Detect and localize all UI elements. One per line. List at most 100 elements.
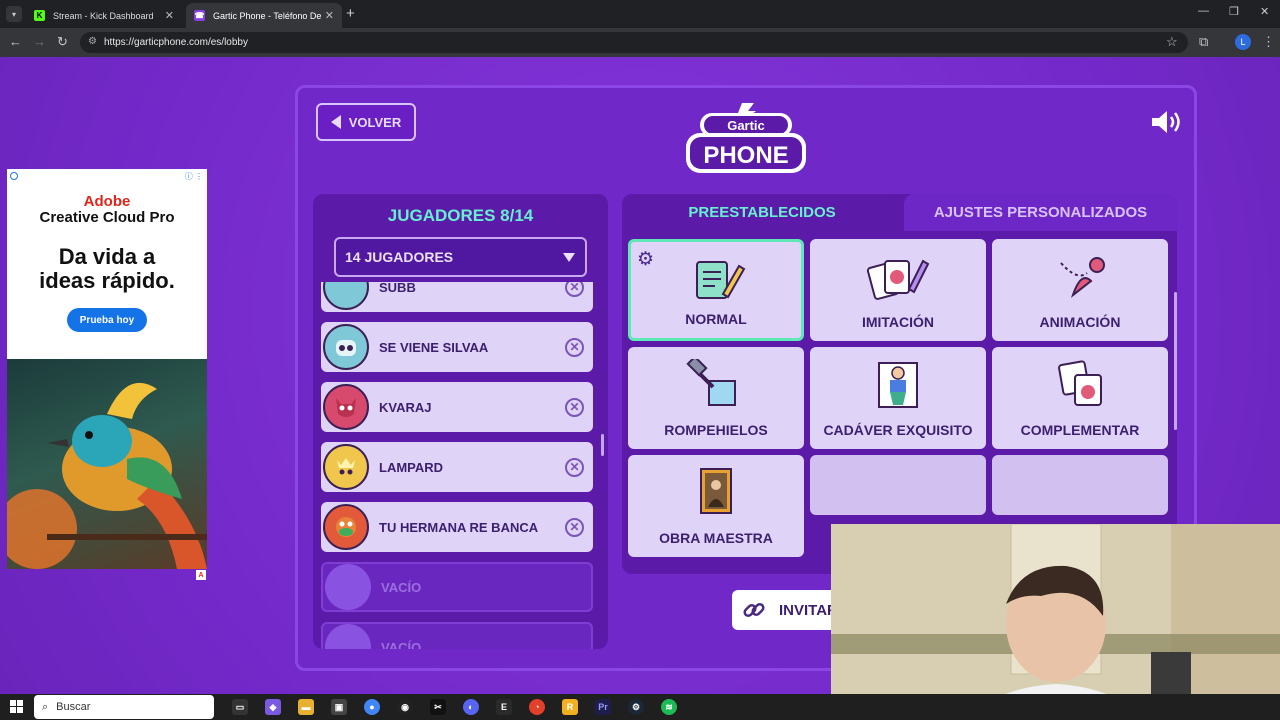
empty-avatar xyxy=(325,564,371,610)
back-button[interactable]: VOLVER xyxy=(316,103,416,141)
speaker-icon[interactable] xyxy=(1150,109,1184,135)
empty-avatar xyxy=(325,624,371,649)
chrome-icon[interactable]: ● xyxy=(364,699,380,715)
task-view-icon[interactable]: ▭ xyxy=(232,699,248,715)
mode-card-partial[interactable] xyxy=(810,455,986,515)
mode-label: ANIMACIÓN xyxy=(1039,314,1121,330)
tab-title: Stream - Kick Dashboard xyxy=(53,10,154,21)
link-icon xyxy=(743,602,765,618)
dropdown-value: 14 JUGADORES xyxy=(345,249,454,265)
mode-label: COMPLEMENTAR xyxy=(1020,422,1140,438)
ad-choices-icon[interactable] xyxy=(10,172,18,180)
invite-label: INVITAR xyxy=(779,601,838,619)
ad-cta-button[interactable]: Prueba hoy xyxy=(67,308,147,332)
players-scrollbar[interactable] xyxy=(601,434,604,456)
taskbar-search[interactable]: ⌕ Buscar xyxy=(34,695,214,719)
capcut-icon[interactable]: ✂ xyxy=(430,699,446,715)
mode-label: ROMPEHIELOS xyxy=(664,422,768,438)
browser-toolbar: ← → ↻ ⚙ https://garticphone.com/es/lobby… xyxy=(0,28,1280,57)
kick-player-icon[interactable]: ✕ xyxy=(565,282,584,297)
crown-avatar xyxy=(323,444,369,490)
steam-icon[interactable]: ⚙ xyxy=(628,699,644,715)
minimize-icon[interactable]: — xyxy=(1198,5,1209,17)
file-explorer-icon[interactable]: ▬ xyxy=(298,699,314,715)
page-background: ⓘ ⋮ Adobe Creative Cloud Pro Da vida a i… xyxy=(0,57,1280,720)
site-info-icon[interactable]: ⚙ xyxy=(88,36,97,47)
gartic-icon: ☎ xyxy=(194,10,205,21)
reload-icon[interactable]: ↻ xyxy=(57,34,68,50)
mode-card-partial[interactable] xyxy=(992,455,1168,515)
back-triangle-icon xyxy=(330,115,341,129)
gear-icon[interactable]: ⚙ xyxy=(637,248,654,271)
mode-exquisite-corpse[interactable]: CADÁVER EXQUISITO xyxy=(810,347,986,449)
ad-info-icon[interactable]: ⓘ ⋮ xyxy=(185,171,203,182)
ad-banner[interactable]: ⓘ ⋮ Adobe Creative Cloud Pro Da vida a i… xyxy=(7,169,207,569)
robot-avatar xyxy=(323,324,369,370)
back-arrow-icon[interactable]: ← xyxy=(9,34,22,49)
kick-player-icon[interactable]: ✕ xyxy=(565,517,584,537)
mode-animation[interactable]: ANIMACIÓN xyxy=(992,239,1168,341)
windows-taskbar: ⌕ Buscar ▭ ◆ ▬ ▣ ● ◉ ✂ ◐ E ◔ R Pr ⚙ ≋ xyxy=(0,694,1280,720)
premiere-icon[interactable]: Pr xyxy=(595,699,611,715)
mode-icebreaker[interactable]: ROMPEHIELOS xyxy=(628,347,804,449)
obs-icon[interactable]: ◉ xyxy=(397,699,413,715)
forward-arrow-icon[interactable]: → xyxy=(33,34,46,49)
empty-slot-row: VACÍO xyxy=(321,562,593,612)
tab-custom-settings[interactable]: AJUSTES PERSONALIZADOS xyxy=(904,194,1177,231)
kick-player-icon[interactable]: ✕ xyxy=(565,337,584,357)
profile-avatar[interactable]: L xyxy=(1235,34,1251,50)
windows-start-icon[interactable] xyxy=(10,700,23,713)
copilot-icon[interactable]: ◆ xyxy=(265,699,281,715)
kick-player-icon[interactable]: ✕ xyxy=(565,397,584,417)
browser-menu-icon[interactable]: ⋮ xyxy=(1262,34,1275,50)
epic-games-icon[interactable]: E xyxy=(496,699,512,715)
hammer-ice-icon xyxy=(686,359,736,406)
mode-masterpiece[interactable]: OBRA MAESTRA xyxy=(628,455,804,557)
players-list[interactable]: SUBB ✕ SE VIENE SILVAA ✕ KVARAJ ✕ LAMPAR… xyxy=(313,282,608,649)
player-row: LAMPARD ✕ xyxy=(321,442,593,492)
exquisite-corpse-icon xyxy=(878,362,918,408)
modes-scrollbar[interactable] xyxy=(1174,292,1177,430)
tab-preset[interactable]: PREESTABLECIDOS xyxy=(623,194,901,231)
kick-icon: K xyxy=(34,10,45,21)
ad-product: Creative Cloud Pro xyxy=(39,209,175,226)
player-row: SE VIENE SILVAA ✕ xyxy=(321,322,593,372)
close-tab-icon[interactable]: ✕ xyxy=(325,9,334,22)
new-tab-icon[interactable]: + xyxy=(346,5,355,22)
player-name: SUBB xyxy=(379,282,416,295)
players-panel: JUGADORES 8/14 14 JUGADORES SUBB ✕ SE VI… xyxy=(313,194,608,649)
store-icon[interactable]: ▣ xyxy=(331,699,347,715)
close-window-icon[interactable]: ✕ xyxy=(1260,5,1269,18)
browser-tab-gartic[interactable]: ☎ Gartic Phone - Teléfono Descon ✕ xyxy=(186,3,342,28)
mode-label: IMITACIÓN xyxy=(861,314,935,330)
address-bar[interactable]: ⚙ https://garticphone.com/es/lobby xyxy=(80,32,1188,53)
tab-search-icon[interactable]: ▾ xyxy=(6,6,22,22)
player-name: KVARAJ xyxy=(379,399,432,415)
svg-text:PHONE: PHONE xyxy=(703,142,788,169)
player-name: LAMPARD xyxy=(379,459,444,475)
browser-tab-kick[interactable]: K Stream - Kick Dashboard ✕ xyxy=(26,3,182,28)
extensions-icon[interactable]: ⧉ xyxy=(1199,34,1208,50)
close-tab-icon[interactable]: ✕ xyxy=(165,9,174,22)
ea-icon[interactable]: ◔ xyxy=(529,699,545,715)
bookmark-star-icon[interactable]: ☆ xyxy=(1166,34,1178,50)
mode-label: NORMAL xyxy=(685,311,747,327)
url-text: https://garticphone.com/es/lobby xyxy=(104,37,248,48)
mode-normal[interactable]: ⚙ NORMAL xyxy=(628,239,804,341)
ad-brand: Adobe xyxy=(83,193,131,210)
mode-imitation[interactable]: IMITACIÓN xyxy=(810,239,986,341)
kick-player-icon[interactable]: ✕ xyxy=(565,457,584,477)
ad-bird-illustration xyxy=(7,359,207,569)
player-row: SUBB ✕ xyxy=(321,282,593,312)
mona-lisa-icon xyxy=(700,468,732,514)
spotify-icon[interactable]: ≋ xyxy=(661,699,677,715)
players-count-dropdown[interactable]: 14 JUGADORES xyxy=(334,237,587,277)
discord-icon[interactable]: ◐ xyxy=(463,699,479,715)
restore-icon[interactable]: ❐ xyxy=(1229,5,1239,18)
demon-avatar xyxy=(323,384,369,430)
rockstar-icon[interactable]: R xyxy=(562,699,578,715)
mode-complement[interactable]: COMPLEMENTAR xyxy=(992,347,1168,449)
complement-icon xyxy=(1058,360,1102,406)
cards-icon xyxy=(866,259,930,300)
gartic-phone-logo: Gartic PHONE xyxy=(686,103,806,173)
